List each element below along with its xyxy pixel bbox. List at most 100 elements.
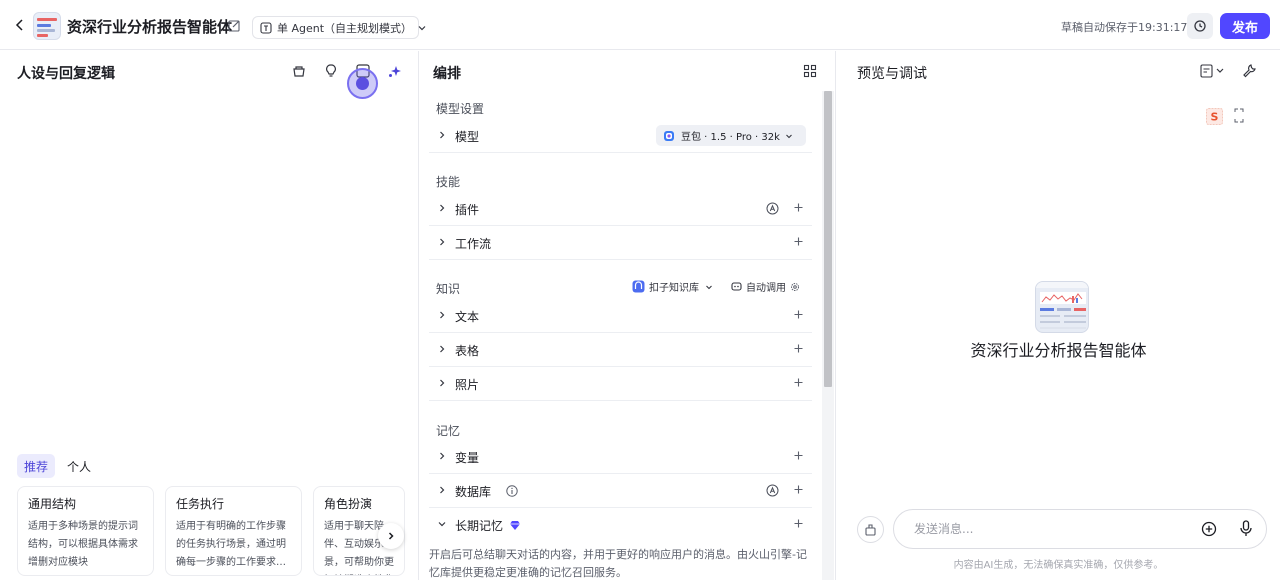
add-icon[interactable] [793, 518, 804, 529]
publish-button[interactable]: 发布 [1220, 13, 1270, 39]
chevron-right-icon [437, 344, 447, 354]
row-label: 照片 [455, 378, 480, 392]
mode-label: 单 Agent（自主规划模式） [277, 21, 413, 35]
preview-title: 预览与调试 [857, 66, 927, 82]
preview-panel: 预览与调试 S 资深行业分析报告智能体 发送消息... 内容由AI生成，无法确保… [837, 51, 1280, 580]
top-bar: 资深行业分析报告智能体 单 Agent（自主规划模式） 草稿自动保存于19:31… [0, 0, 1280, 50]
app-badge-icon[interactable]: S [1206, 108, 1223, 125]
section-model-settings: 模型设置 [436, 102, 485, 116]
chevron-right-icon [437, 310, 447, 320]
auto-mode-icon[interactable] [766, 484, 779, 497]
autosave-status: 草稿自动保存于19:31:17 [1061, 21, 1188, 34]
chevron-right-icon [437, 203, 447, 213]
row-table[interactable]: 表格 [429, 333, 812, 367]
row-label: 长期记忆 [455, 519, 504, 533]
layout-grid-icon[interactable] [803, 64, 819, 80]
chevron-right-icon [437, 485, 447, 495]
debug-detail-dropdown[interactable] [1200, 63, 1227, 79]
auto-call-icon [731, 281, 742, 292]
agent-preview-avatar [1035, 281, 1089, 333]
preview-agent-name: 资深行业分析报告智能体 [970, 341, 1147, 360]
auto-call-setting[interactable]: 自动调用 [731, 279, 800, 294]
section-memory: 记忆 [436, 424, 461, 438]
knowledge-base-label: 扣子知识库 [649, 283, 699, 294]
add-icon[interactable] [793, 484, 804, 495]
add-icon[interactable] [793, 450, 804, 461]
chevron-down-icon [417, 23, 427, 33]
template-title: 角色扮演 [324, 497, 373, 511]
row-label: 工作流 [455, 237, 492, 251]
section-skills: 技能 [436, 175, 461, 189]
model-select[interactable]: 豆包 · 1.5 · Pro · 32k [656, 125, 806, 146]
template-title: 通用结构 [28, 497, 77, 511]
mode-icon [260, 21, 272, 34]
pointer-cursor-indicator [347, 68, 378, 99]
template-desc: 适用于有明确的工作步骤的任务执行场景，通过明确每一步骤的工作要求… [176, 521, 286, 568]
chevron-right-icon [437, 378, 447, 388]
add-icon[interactable] [793, 309, 804, 320]
info-icon[interactable] [506, 485, 518, 497]
svg-text:S: S [1211, 111, 1219, 124]
row-label: 数据库 [455, 485, 492, 499]
history-button[interactable] [1187, 13, 1213, 39]
tab-recommend[interactable]: 推荐 [17, 454, 56, 478]
auto-mode-icon[interactable] [766, 202, 779, 215]
long-term-memory-description: 开启后可总结聊天对话的内容，并用于更好的响应用户的消息。由火山引擎-记忆库提供更… [429, 548, 807, 579]
section-knowledge: 知识 [436, 282, 461, 296]
tab-personal[interactable]: 个人 [60, 454, 98, 478]
chevron-right-icon [386, 531, 396, 541]
row-label: 表格 [455, 344, 480, 358]
scrollbar[interactable] [822, 91, 834, 580]
row-text[interactable]: 文本 [429, 299, 812, 333]
chevron-right-icon [437, 130, 447, 140]
agent-avatar [33, 12, 61, 40]
knowledge-base-icon [632, 280, 645, 293]
persona-panel: 人设与回复逻辑 推荐 个人 通用结构 适用于多种场景的提示词结构，可以根据具体需… [0, 51, 419, 580]
row-model[interactable]: 模型 豆包 · 1.5 · Pro · 32k [429, 119, 812, 153]
doubao-model-icon [663, 130, 675, 142]
ai-optimize-icon[interactable] [387, 63, 403, 79]
row-label: 文本 [455, 310, 480, 324]
row-long-term-memory[interactable]: 长期记忆 [429, 508, 812, 542]
row-variables[interactable]: 变量 [429, 440, 812, 474]
row-label: 模型 [455, 130, 480, 144]
fullscreen-icon[interactable] [1234, 108, 1244, 123]
premium-diamond-icon [509, 519, 521, 531]
scrollbar-thumb[interactable] [824, 91, 832, 387]
ai-disclaimer: 内容由AI生成，无法确保真实准确，仅供参考。 [953, 560, 1164, 571]
knowledge-base-select[interactable]: 扣子知识库 [632, 279, 713, 294]
persona-title: 人设与回复逻辑 [17, 66, 115, 82]
add-icon[interactable] [793, 236, 804, 247]
chevron-down-icon [705, 283, 713, 291]
edit-icon[interactable] [228, 19, 241, 32]
chevron-right-icon [437, 451, 447, 461]
broom-icon [864, 523, 877, 536]
add-icon[interactable] [793, 202, 804, 213]
model-name: 豆包 · 1.5 · Pro · 32k [681, 132, 780, 143]
row-label: 变量 [455, 451, 480, 465]
row-workflow[interactable]: 工作流 [429, 226, 812, 260]
orchestration-title: 编排 [433, 66, 461, 82]
template-desc: 适用于多种场景的提示词结构，可以根据具体需求增删对应模块 [28, 521, 138, 568]
chevron-down-icon [437, 519, 447, 529]
wrench-icon[interactable] [1241, 63, 1257, 79]
microphone-icon[interactable] [1239, 520, 1253, 537]
chevron-right-icon [437, 237, 447, 247]
clear-context-button[interactable] [857, 516, 884, 543]
chevron-down-icon [785, 132, 793, 140]
prompt-library-icon[interactable] [291, 63, 307, 79]
row-photo[interactable]: 照片 [429, 367, 812, 401]
add-attachment-icon[interactable] [1201, 521, 1217, 537]
row-plugins[interactable]: 插件 [429, 192, 812, 226]
add-icon[interactable] [793, 377, 804, 388]
lightbulb-icon[interactable] [323, 63, 339, 79]
back-arrow-icon[interactable] [12, 17, 28, 33]
template-card-task[interactable]: 任务执行 适用于有明确的工作步骤的任务执行场景，通过明确每一步骤的工作要求… [165, 486, 302, 576]
agent-mode-select[interactable]: 单 Agent（自主规划模式） [252, 16, 426, 39]
orchestration-panel: 编排 模型设置 模型 豆包 · 1.5 · Pro · 32k 技能 插件 工作… [420, 51, 836, 580]
templates-next-button[interactable] [378, 523, 404, 549]
row-database[interactable]: 数据库 [429, 474, 812, 508]
template-card-general[interactable]: 通用结构 适用于多种场景的提示词结构，可以根据具体需求增删对应模块 [17, 486, 154, 576]
add-icon[interactable] [793, 343, 804, 354]
auto-call-label: 自动调用 [746, 283, 786, 294]
